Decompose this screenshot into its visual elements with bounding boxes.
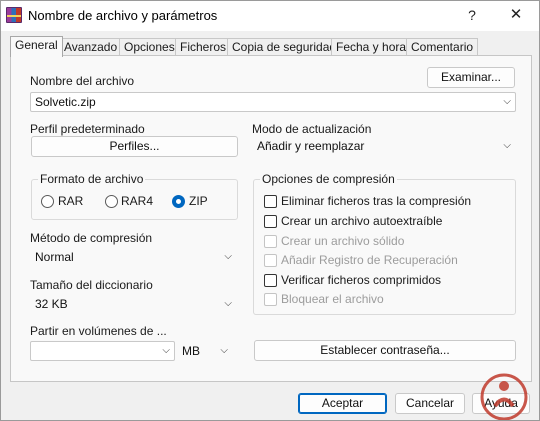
tab-options[interactable]: Opciones: [119, 38, 180, 56]
archive-name-label: Nombre del archivo: [30, 74, 135, 88]
dialog-window: Nombre de archivo y parámetros ? ✕ Gener…: [0, 0, 540, 421]
sfx-label: Crear un archivo autoextraíble: [281, 214, 443, 228]
radio-rar[interactable]: [41, 195, 54, 208]
winrar-app-icon: [6, 7, 22, 23]
split-volumes-label: Partir en volúmenes de ...: [30, 324, 167, 338]
radio-rar4-label: RAR4: [121, 194, 154, 208]
verify-files-label: Verificar ficheros comprimidos: [281, 273, 442, 287]
solid-archive-checkbox[interactable]: [264, 235, 277, 248]
help-titlebar-button[interactable]: ?: [461, 4, 483, 26]
tab-advanced[interactable]: Avanzado: [59, 38, 123, 56]
compression-method-label: Método de compresión: [30, 231, 153, 245]
tab-backup[interactable]: Copia de seguridad: [227, 38, 342, 56]
dictionary-size-value: 32 KB: [35, 297, 68, 311]
chevron-down-icon: ⌵: [224, 251, 232, 262]
split-volumes-input[interactable]: ⌵: [30, 341, 175, 361]
dictionary-size-label: Tamaño del diccionario: [30, 278, 153, 292]
solid-archive-label: Crear un archivo sólido: [281, 234, 405, 248]
update-mode-label: Modo de actualización: [252, 122, 372, 136]
archive-name-value: Solvetic.zip: [35, 95, 96, 109]
split-unit-value: MB: [182, 344, 200, 358]
default-profile-label: Perfil predeterminado: [30, 122, 145, 136]
profiles-button[interactable]: Perfiles...: [31, 136, 238, 157]
verify-files-checkbox[interactable]: [264, 274, 277, 287]
radio-rar-label: RAR: [58, 194, 84, 208]
archive-format-group: Formato de archivo RAR RAR4 ZIP: [31, 172, 238, 220]
split-unit-select[interactable]: MB ⌵: [177, 341, 233, 361]
cancel-button[interactable]: Cancelar: [395, 393, 465, 414]
recovery-record-checkbox[interactable]: [264, 254, 277, 267]
tab-date-time[interactable]: Fecha y hora: [331, 38, 412, 56]
radio-zip[interactable]: [172, 195, 185, 208]
browse-button[interactable]: Examinar...: [427, 67, 515, 88]
close-button[interactable]: ✕: [505, 4, 527, 26]
dictionary-size-select[interactable]: 32 KB ⌵: [30, 294, 237, 314]
chevron-down-icon: ⌵: [162, 345, 170, 356]
title-bar: Nombre de archivo y parámetros ? ✕: [1, 1, 539, 31]
ok-button[interactable]: Aceptar: [298, 393, 387, 414]
general-tab-panel: Nombre del archivo Examinar... Solvetic.…: [10, 55, 532, 382]
update-mode-value: Añadir y reemplazar: [257, 139, 365, 153]
delete-files-label: Eliminar ficheros tras la compresión: [281, 194, 472, 208]
compression-method-value: Normal: [35, 250, 74, 264]
tab-files[interactable]: Ficheros: [175, 38, 232, 56]
window-title: Nombre de archivo y parámetros: [28, 8, 218, 23]
update-mode-select[interactable]: Añadir y reemplazar ⌵: [252, 136, 516, 156]
lock-archive-label: Bloquear el archivo: [281, 292, 384, 306]
chevron-down-icon: ⌵: [503, 96, 511, 107]
lock-archive-checkbox[interactable]: [264, 293, 277, 306]
archive-name-combo[interactable]: Solvetic.zip ⌵: [30, 92, 516, 112]
compression-method-select[interactable]: Normal ⌵: [30, 247, 237, 267]
chevron-down-icon: ⌵: [224, 298, 232, 309]
delete-files-checkbox[interactable]: [264, 195, 277, 208]
radio-zip-label: ZIP: [189, 194, 208, 208]
tab-general[interactable]: General: [10, 36, 63, 57]
sfx-checkbox[interactable]: [264, 215, 277, 228]
chevron-down-icon: ⌵: [220, 345, 228, 356]
watermark-logo-icon: [480, 373, 528, 420]
tab-comment[interactable]: Comentario: [406, 38, 479, 56]
recovery-record-label: Añadir Registro de Recuperación: [281, 253, 458, 267]
archive-format-title: Formato de archivo: [38, 172, 146, 186]
chevron-down-icon: ⌵: [503, 140, 511, 151]
set-password-button[interactable]: Establecer contraseña...: [254, 340, 516, 361]
compression-options-group: Opciones de compresión Eliminar ficheros…: [253, 172, 516, 315]
compression-options-title: Opciones de compresión: [260, 172, 397, 186]
radio-rar4[interactable]: [105, 195, 118, 208]
